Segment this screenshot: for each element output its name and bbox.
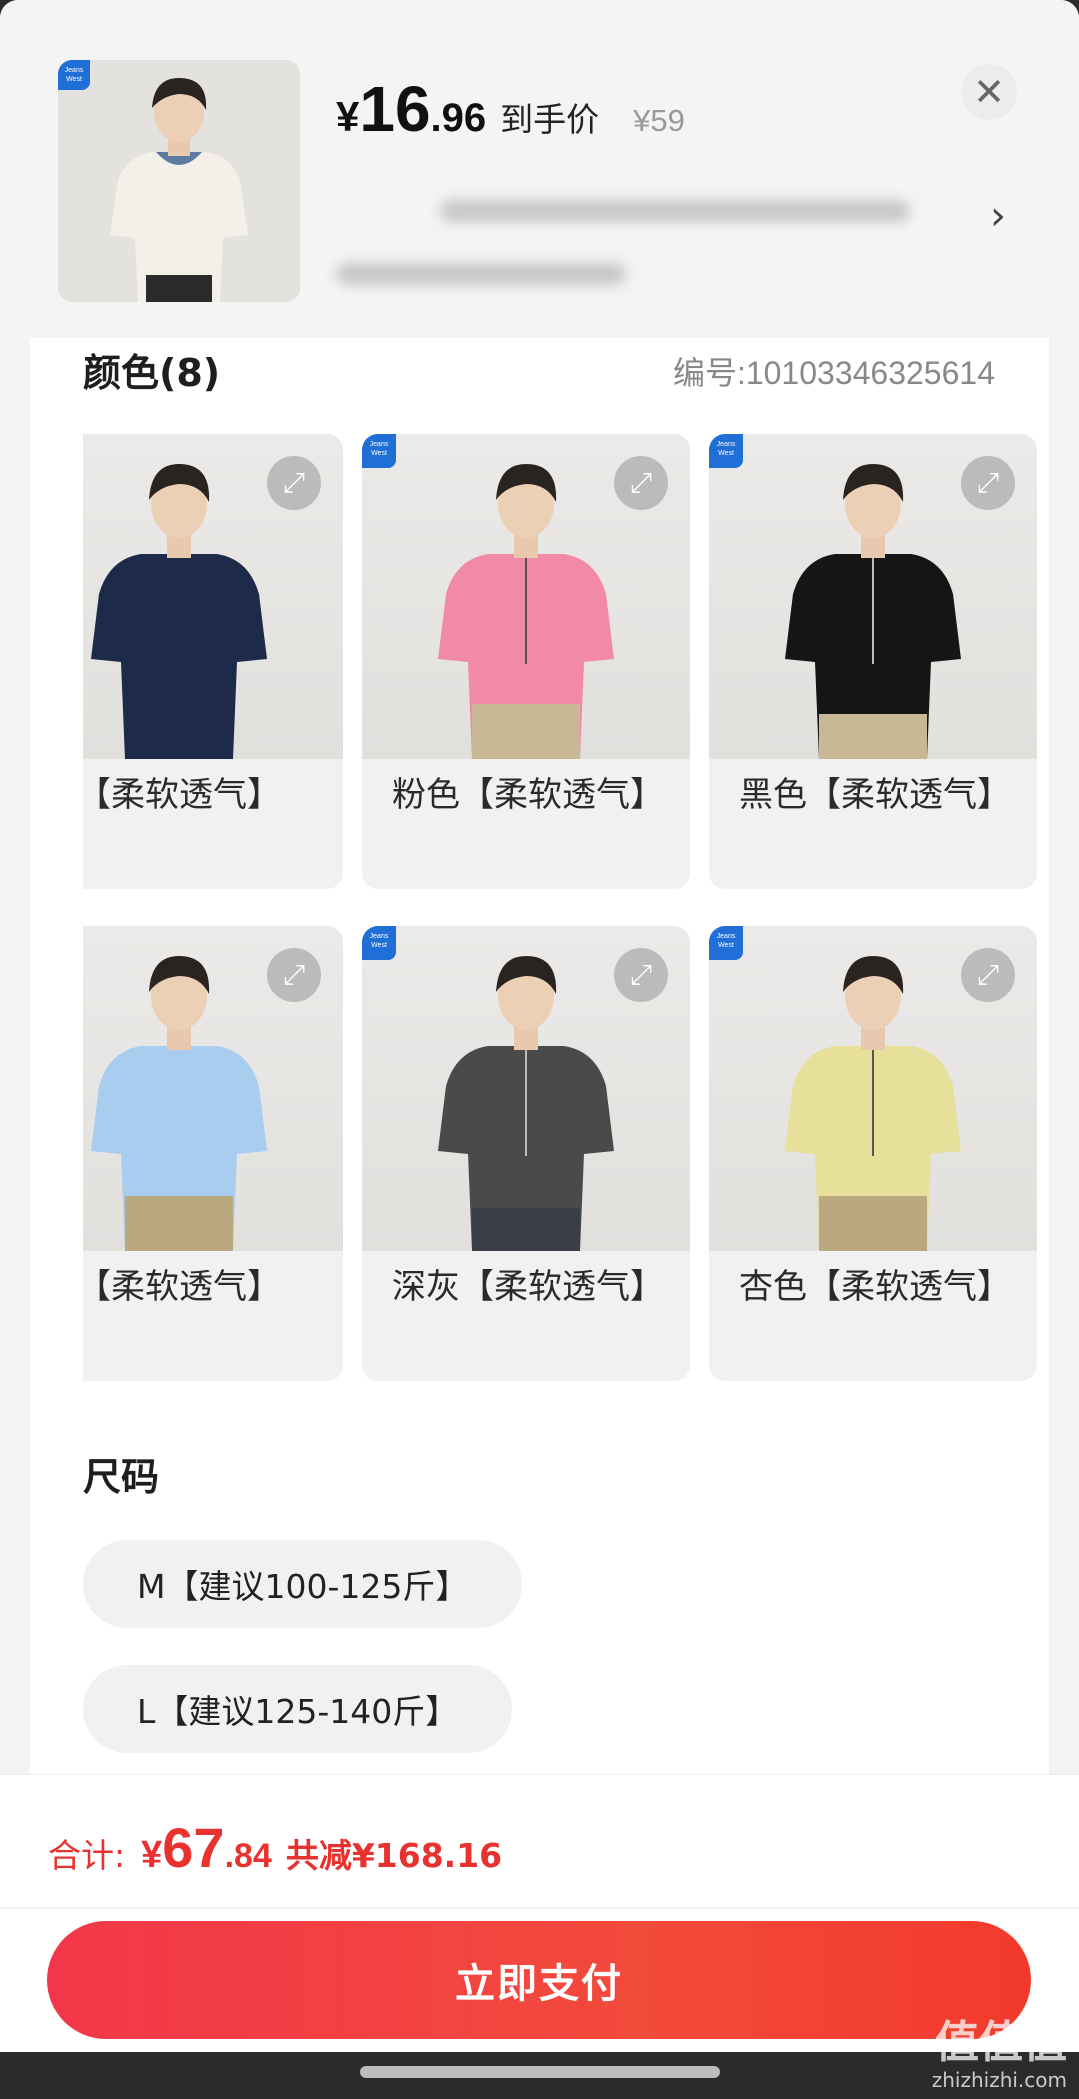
sku-selector-sheet: Jeans West ¥ 16 .96 到手价 ¥59 ✕ › 颜色(8) 编号… (0, 0, 1079, 2052)
expand-icon[interactable]: ⤢ (267, 948, 321, 1002)
original-price: ¥59 (633, 103, 685, 138)
pay-now-button[interactable]: 立即支付 (47, 1921, 1031, 2039)
color-option-card[interactable]: Jeans West ⤢ 杏色【柔软透气】 (709, 926, 1037, 1381)
brand-logo: Jeans West (709, 926, 743, 960)
color-section-title: 颜色(8) (83, 351, 221, 395)
model-figure (785, 464, 961, 759)
expand-icon[interactable]: ⤢ (961, 948, 1015, 1002)
model-image (58, 60, 300, 302)
model-figure (785, 956, 961, 1251)
price-row: ¥ 16 .96 到手价 ¥59 (336, 72, 685, 146)
total-savings: 共减¥168.16 (285, 1836, 503, 1875)
color-option-label: 粉色【柔软透气】 (392, 775, 664, 815)
model-figure (91, 956, 267, 1251)
model-figure (91, 464, 267, 759)
color-option-image: ⤢ (83, 434, 343, 759)
brand-logo: Jeans West (709, 434, 743, 468)
watermark: 值值值 zhizhizhi.com (931, 2017, 1067, 2093)
color-option-label: 【柔软透气】 (83, 775, 281, 815)
expand-icon[interactable]: ⤢ (614, 948, 668, 1002)
chevron-right-icon[interactable]: › (990, 193, 1006, 239)
expand-icon[interactable]: ⤢ (614, 456, 668, 510)
color-option-image: Jeans West ⤢ (362, 926, 690, 1251)
close-icon: ✕ (973, 70, 1005, 114)
size-option-l[interactable]: L【建议125-140斤】 (83, 1665, 513, 1753)
price-decimal: .96 (430, 96, 487, 140)
color-option-card[interactable]: Jeans West ⤢ 黑色【柔软透气】 (709, 434, 1037, 889)
price-integer: 16 (359, 73, 431, 145)
color-option-label: 杏色【柔软透气】 (739, 1267, 1011, 1307)
model-figure (438, 464, 614, 759)
price-currency: ¥ (336, 93, 360, 140)
sku-content: 颜色(8) 编号:10103346325614 ⤢ 【柔软透气】 Jeans W… (30, 338, 1049, 1774)
brand-logo: Jeans West (362, 434, 396, 468)
home-indicator[interactable] (360, 2066, 720, 2078)
color-option-card[interactable]: Jeans West ⤢ 深灰【柔软透气】 (362, 926, 690, 1381)
product-thumbnail[interactable]: Jeans West (58, 60, 300, 302)
color-option-label: 深灰【柔软透气】 (392, 1267, 664, 1307)
total-row: 合计: ¥ 67 .84 共减¥168.16 (48, 1815, 502, 1880)
color-option-card[interactable]: ⤢ 【柔软透气】 (83, 926, 343, 1381)
color-option-image: Jeans West ⤢ (362, 434, 690, 759)
total-decimal: .84 (224, 1837, 272, 1875)
color-option-card[interactable]: ⤢ 【柔软透气】 (83, 434, 343, 889)
expand-icon[interactable]: ⤢ (961, 456, 1015, 510)
model-figure (438, 956, 614, 1251)
product-header: Jeans West ¥ 16 .96 到手价 ¥59 ✕ › (0, 0, 1079, 338)
watermark-url: zhizhizhi.com (931, 2068, 1067, 2092)
final-price-label: 到手价 (500, 100, 600, 139)
size-option-m[interactable]: M【建议100-125斤】 (83, 1540, 523, 1628)
color-grid: ⤢ 【柔软透气】 Jeans West ⤢ 粉色【柔软透气】 Jeans Wes… (83, 434, 1043, 1384)
divider (0, 1907, 1079, 1909)
size-section-title: 尺码 (83, 1455, 160, 1499)
color-option-label: 黑色【柔软透气】 (739, 775, 1011, 815)
watermark-logo-text: 值值值 (935, 2017, 1067, 2068)
brand-logo: Jeans West (58, 60, 90, 90)
color-option-image: Jeans West ⤢ (709, 434, 1037, 759)
total-integer: 67 (162, 1816, 225, 1879)
brand-logo: Jeans West (362, 926, 396, 960)
expand-icon[interactable]: ⤢ (267, 456, 321, 510)
color-option-card[interactable]: Jeans West ⤢ 粉色【柔软透气】 (362, 434, 690, 889)
color-option-label: 【柔软透气】 (83, 1267, 281, 1307)
checkout-bar: 合计: ¥ 67 .84 共减¥168.16 立即支付 (0, 1774, 1079, 2052)
product-code: 编号:10103346325614 (672, 355, 995, 391)
blurred-text (336, 263, 626, 285)
color-option-image: Jeans West ⤢ (709, 926, 1037, 1251)
color-option-image: ⤢ (83, 926, 343, 1251)
blurred-text (440, 200, 910, 222)
close-button[interactable]: ✕ (961, 64, 1017, 120)
total-label: 合计: (48, 1836, 126, 1875)
total-currency: ¥ (141, 1834, 163, 1876)
